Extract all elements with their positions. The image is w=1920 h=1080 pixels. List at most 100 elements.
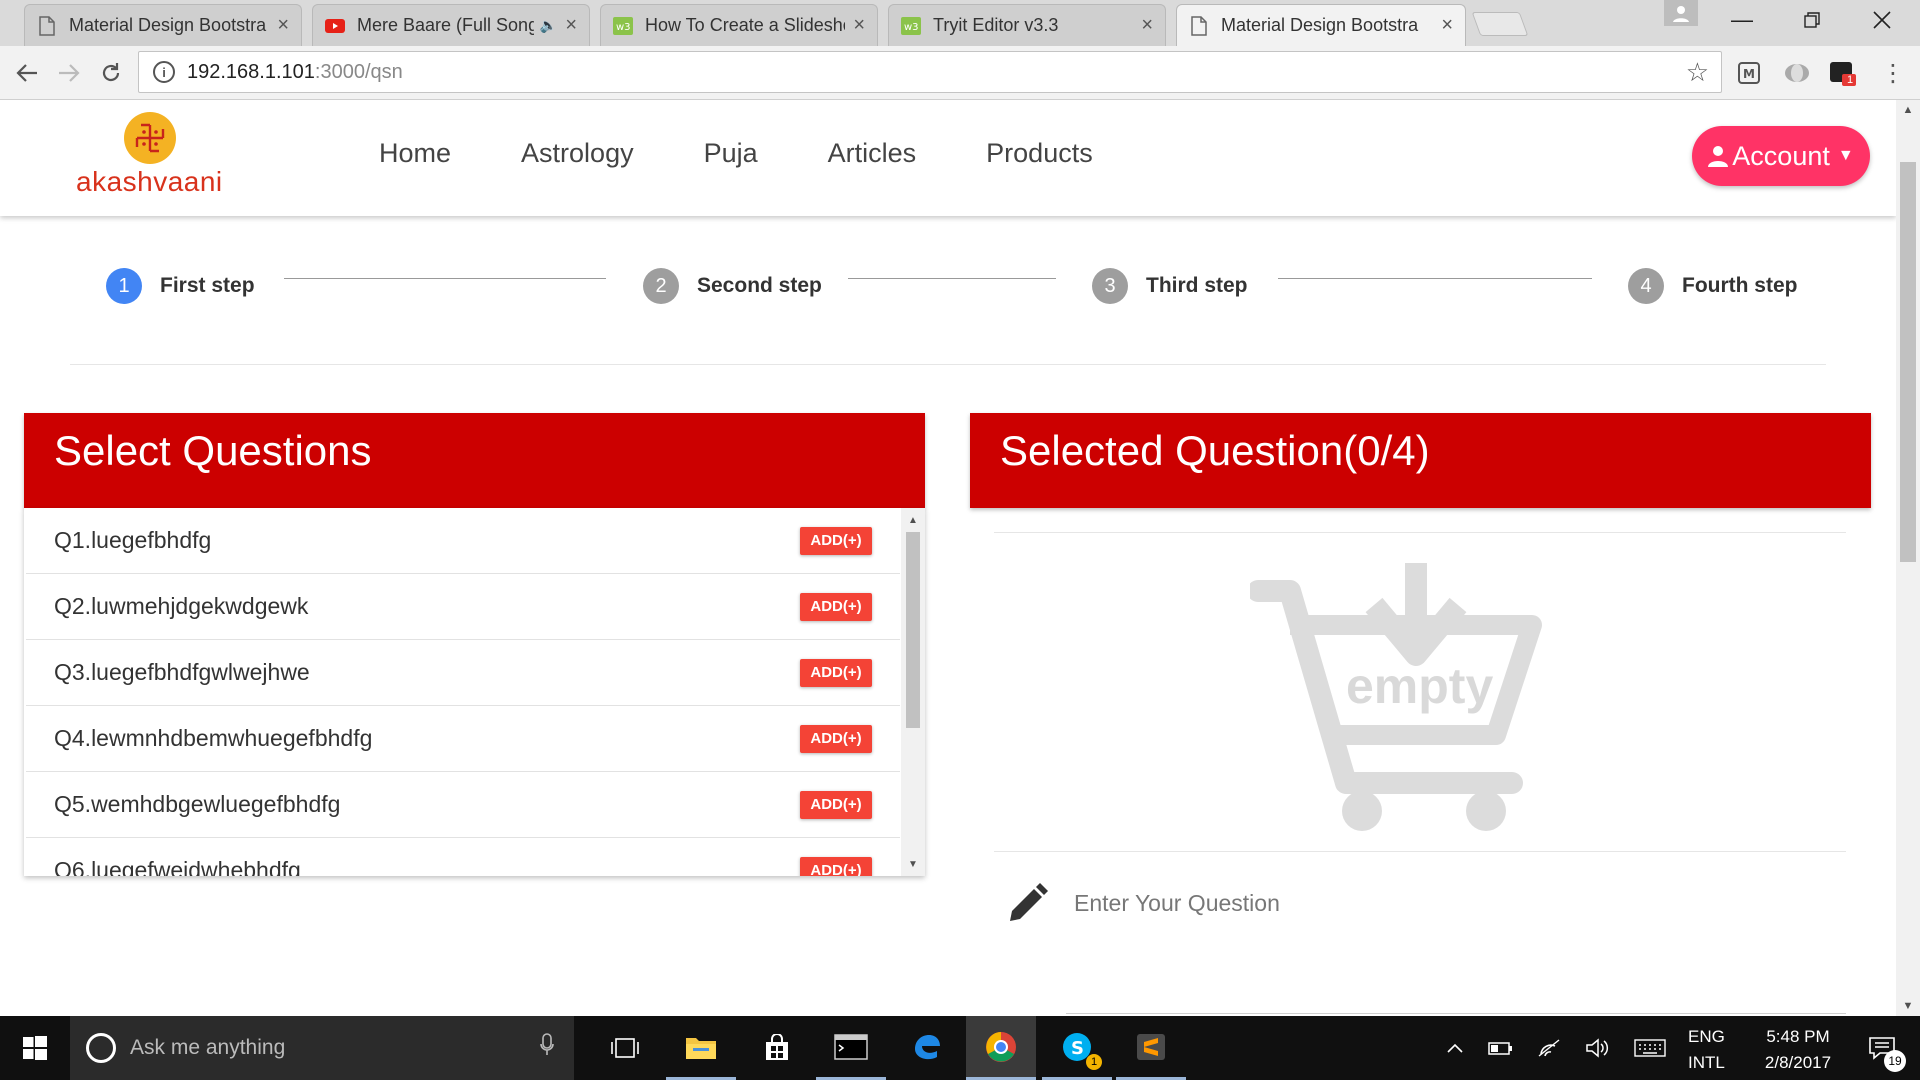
browser-tab[interactable]: w3 How To Create a Slidesho × xyxy=(600,4,878,46)
close-icon[interactable]: × xyxy=(1141,14,1153,37)
url-path: :3000/qsn xyxy=(314,60,403,83)
site-logo[interactable]: akashvaani xyxy=(76,112,236,202)
terminal-icon[interactable] xyxy=(816,1016,886,1080)
scroll-down-icon[interactable]: ▼ xyxy=(1896,996,1920,1016)
question-input[interactable]: Enter Your Question xyxy=(1006,878,1846,928)
keyboard-icon[interactable] xyxy=(1630,1016,1670,1080)
speaker-icon[interactable]: 🔈 xyxy=(540,17,557,34)
extension-globe-icon[interactable] xyxy=(1780,56,1814,90)
keyboard-layout: INTL xyxy=(1688,1053,1725,1072)
nav-products[interactable]: Products xyxy=(986,138,1093,169)
notification-center-icon[interactable]: 19 xyxy=(1852,1016,1912,1080)
skype-icon[interactable]: S 1 xyxy=(1042,1016,1112,1080)
empty-label: empty xyxy=(1346,658,1494,714)
step-label: First step xyxy=(160,274,255,297)
question-row: Q5.wemhdbgewluegefbhdfg ADD(+) xyxy=(26,772,900,838)
store-icon[interactable] xyxy=(742,1016,812,1080)
add-question-button[interactable]: ADD(+) xyxy=(800,658,872,687)
language-code: ENG xyxy=(1688,1027,1725,1046)
step-connector xyxy=(848,278,1056,279)
close-icon[interactable]: × xyxy=(853,14,865,37)
site-navbar: akashvaani Home Astrology Puja Articles … xyxy=(0,100,1896,216)
add-question-button[interactable]: ADD(+) xyxy=(800,526,872,555)
sublime-text-icon[interactable] xyxy=(1116,1016,1186,1080)
minimize-icon[interactable]: — xyxy=(1712,0,1772,40)
start-icon[interactable] xyxy=(0,1016,70,1080)
page-scrollbar[interactable]: ▲ ▼ xyxy=(1896,100,1920,1016)
step-2[interactable]: 2 Second step xyxy=(643,268,822,304)
add-question-button[interactable]: ADD(+) xyxy=(800,790,872,819)
nav-astrology[interactable]: Astrology xyxy=(521,138,634,169)
question-row: Q1.luegefbhdfg ADD(+) xyxy=(26,508,900,574)
add-question-button[interactable]: ADD(+) xyxy=(800,592,872,621)
scrollbar-thumb[interactable] xyxy=(1900,162,1916,562)
extension-badge-icon[interactable]: 1 xyxy=(1826,56,1860,90)
main-nav: Home Astrology Puja Articles Products xyxy=(379,138,1163,169)
question-list[interactable]: Q1.luegefbhdfg ADD(+) Q2.luwmehjdgekwdge… xyxy=(24,508,925,876)
scrollbar-thumb[interactable] xyxy=(906,532,920,728)
close-window-icon[interactable] xyxy=(1852,0,1912,40)
account-button[interactable]: Account ▼ xyxy=(1692,126,1870,186)
add-question-button[interactable]: ADD(+) xyxy=(800,856,872,876)
browser-tab[interactable]: w3 Tryit Editor v3.3 × xyxy=(888,4,1166,46)
system-clock[interactable]: 5:48 PM 2/8/2017 xyxy=(1748,1024,1848,1076)
step-label: Fourth step xyxy=(1682,274,1798,297)
forward-icon[interactable] xyxy=(52,56,86,90)
close-icon[interactable]: × xyxy=(1441,14,1453,37)
step-number: 3 xyxy=(1092,268,1128,304)
microphone-icon[interactable] xyxy=(540,1033,554,1063)
clock-date: 2/8/2017 xyxy=(1764,1053,1832,1072)
step-4[interactable]: 4 Fourth step xyxy=(1628,268,1798,304)
step-1[interactable]: 1 First step xyxy=(106,268,255,304)
svg-text:S: S xyxy=(1071,1038,1084,1059)
add-question-button[interactable]: ADD(+) xyxy=(800,724,872,753)
restore-icon[interactable] xyxy=(1782,0,1842,40)
browser-tab[interactable]: Mere Baare (Full Song 🔈 × xyxy=(312,4,590,46)
tray-chevron-icon[interactable] xyxy=(1440,1016,1470,1080)
menu-dots-icon[interactable]: ⋮ xyxy=(1876,56,1910,90)
panel-title: Selected Question(0/4) xyxy=(970,413,1871,508)
cortana-search[interactable]: Ask me anything xyxy=(70,1016,574,1080)
close-icon[interactable]: × xyxy=(565,14,577,37)
question-list-scrollbar[interactable]: ▲ ▼ xyxy=(901,508,925,876)
caret-down-icon: ▼ xyxy=(1837,147,1854,164)
info-icon[interactable]: i xyxy=(153,61,175,83)
close-icon[interactable]: × xyxy=(277,14,289,37)
scroll-down-icon[interactable]: ▼ xyxy=(901,854,925,874)
step-number: 2 xyxy=(643,268,679,304)
step-connector xyxy=(1278,278,1592,279)
question-text: Q3.luegefbhdfgwlwejhwe xyxy=(54,659,310,685)
address-bar[interactable]: i 192.168.1.101 :3000/qsn ☆ xyxy=(138,51,1722,93)
nav-puja[interactable]: Puja xyxy=(704,138,758,169)
browser-tab-active[interactable]: Material Design Bootstra × xyxy=(1176,4,1466,46)
tab-title: Mere Baare (Full Song xyxy=(357,15,534,35)
edge-icon[interactable] xyxy=(892,1016,962,1080)
pencil-icon xyxy=(1006,879,1054,927)
nav-home[interactable]: Home xyxy=(379,138,451,169)
scroll-up-icon[interactable]: ▲ xyxy=(1896,100,1920,120)
select-questions-panel: Select Questions Q1.luegefbhdfg ADD(+) Q… xyxy=(24,413,925,876)
extension-icon[interactable]: M xyxy=(1732,56,1766,90)
volume-icon[interactable] xyxy=(1580,1016,1614,1080)
panel-title: Select Questions xyxy=(24,413,925,508)
browser-tab[interactable]: Material Design Bootstra × xyxy=(24,4,302,46)
question-row: Q2.luwmehjdgekwdgewk ADD(+) xyxy=(26,574,900,640)
new-tab-button[interactable] xyxy=(1471,12,1529,36)
nav-articles[interactable]: Articles xyxy=(828,138,917,169)
file-explorer-icon[interactable] xyxy=(666,1016,736,1080)
tab-title: Material Design Bootstra xyxy=(69,15,267,35)
reload-icon[interactable] xyxy=(94,56,128,90)
step-label: Third step xyxy=(1146,274,1248,297)
tab-title: How To Create a Slidesho xyxy=(645,15,846,35)
language-indicator[interactable]: ENG INTL xyxy=(1688,1024,1725,1076)
back-icon[interactable] xyxy=(10,56,44,90)
scroll-up-icon[interactable]: ▲ xyxy=(901,510,925,530)
step-3[interactable]: 3 Third step xyxy=(1092,268,1248,304)
profile-icon[interactable] xyxy=(1664,0,1698,26)
brand-name: akashvaani xyxy=(76,166,223,197)
bookmark-star-icon[interactable]: ☆ xyxy=(1686,57,1709,88)
chrome-icon[interactable] xyxy=(966,1016,1036,1080)
task-view-icon[interactable] xyxy=(590,1016,660,1080)
battery-icon[interactable] xyxy=(1484,1016,1518,1080)
wifi-icon[interactable] xyxy=(1532,1016,1566,1080)
